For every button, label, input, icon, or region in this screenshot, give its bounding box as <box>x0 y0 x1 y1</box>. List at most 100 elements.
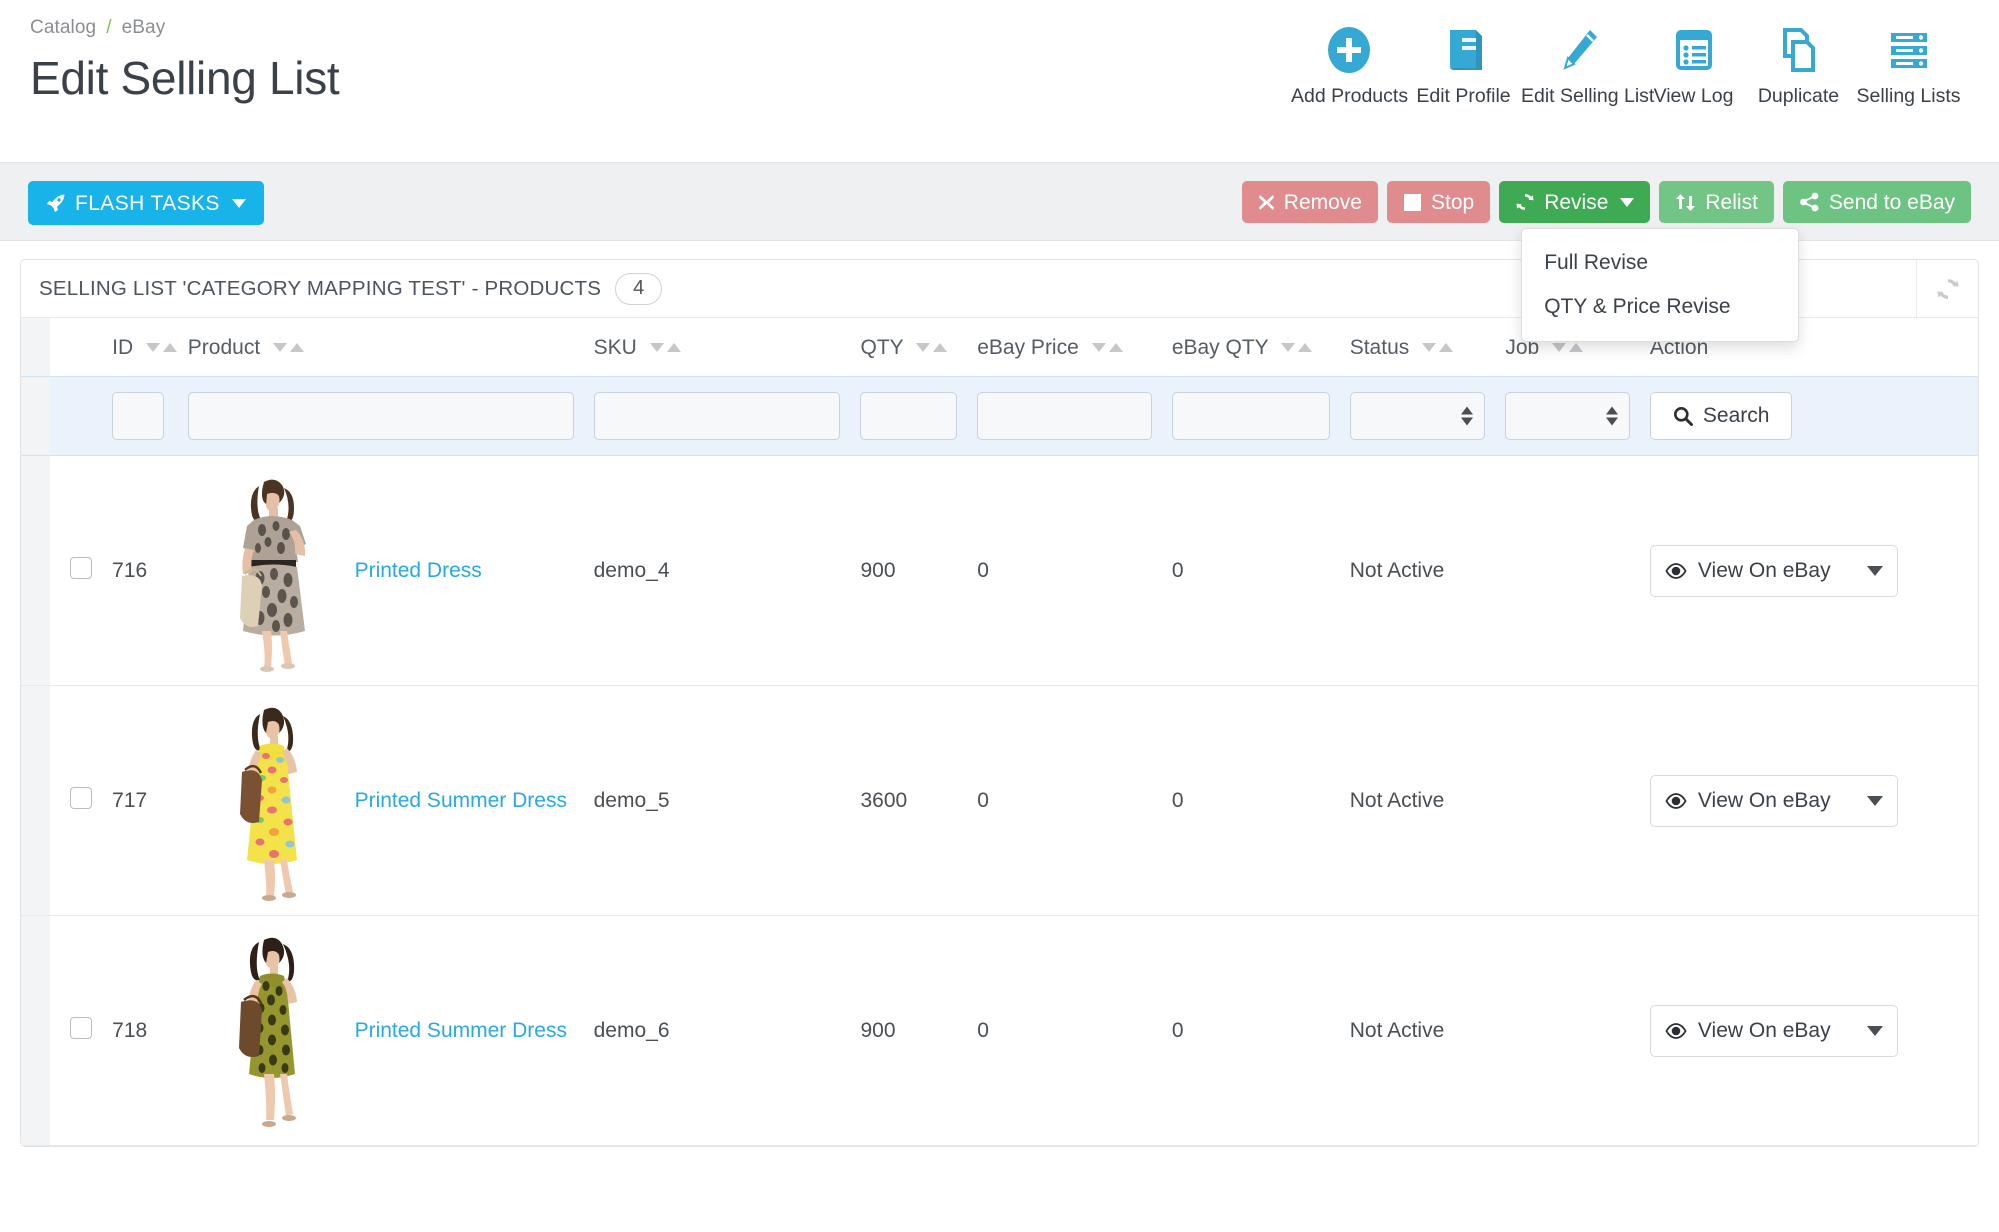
table-row[interactable]: 718 Printed Summer Dress demo_6 900 0 0 … <box>21 915 1978 1146</box>
sort-asc-icon[interactable] <box>933 343 948 352</box>
filter-product-input[interactable] <box>187 392 574 440</box>
filter-sku-cell <box>593 376 861 456</box>
header-action-edit-profile[interactable]: Edit Profile <box>1406 26 1521 108</box>
header-qty-label: QTY <box>860 336 904 359</box>
filter-qty-input[interactable] <box>860 392 958 440</box>
sort-asc-icon[interactable] <box>1439 343 1454 352</box>
menu-item-full-revise[interactable]: Full Revise <box>1522 241 1798 285</box>
filter-status-select[interactable] <box>1349 392 1486 440</box>
send-to-ebay-button[interactable]: Send to eBay <box>1782 181 1971 223</box>
sort-asc-icon[interactable] <box>1108 343 1123 352</box>
revise-group: Revise Full Revise QTY & Price Revise <box>1499 181 1800 342</box>
chevron-down-icon[interactable] <box>1866 565 1883 576</box>
header-spacer <box>21 318 50 377</box>
header-id: ID <box>112 318 188 377</box>
menu-item-qty-price-revise[interactable]: QTY & Price Revise <box>1522 285 1798 329</box>
header-action-edit-selling-list[interactable]: Edit Selling List <box>1521 26 1655 108</box>
sort-desc-icon[interactable] <box>1552 343 1567 352</box>
row-qty: 900 <box>860 915 978 1146</box>
product-thumbnail <box>213 928 329 1133</box>
sort-asc-icon[interactable] <box>290 343 304 352</box>
view-on-ebay-button[interactable]: View On eBay <box>1649 774 1898 827</box>
row-ebay-qty: 0 <box>1171 915 1350 1146</box>
filter-job-select[interactable] <box>1505 392 1630 440</box>
header-checkbox-col <box>50 318 112 377</box>
header-action-label: Duplicate <box>1757 85 1840 107</box>
header-action-view-log[interactable]: View Log <box>1636 26 1751 108</box>
sort-desc-icon[interactable] <box>273 343 287 352</box>
row-select-checkbox[interactable] <box>70 1016 93 1039</box>
table-row[interactable]: 717 Printed Summer Dress demo_5 3600 0 0… <box>21 685 1978 916</box>
relist-button[interactable]: Relist <box>1659 181 1774 223</box>
breadcrumb-item-ebay[interactable]: eBay <box>122 17 166 38</box>
row-checkbox-cell <box>49 455 113 686</box>
flash-tasks-button[interactable]: FLASH TASKS <box>28 181 264 225</box>
sort-arrows <box>146 343 178 352</box>
product-link[interactable]: Printed Dress <box>355 559 482 582</box>
share-icon <box>1799 192 1820 212</box>
row-sku: demo_6 <box>593 915 861 1146</box>
revise-button[interactable]: Revise <box>1499 181 1651 223</box>
remove-button[interactable]: Remove <box>1241 181 1378 223</box>
filter-ebay-qty-cell <box>1171 376 1350 456</box>
eye-icon <box>1665 1022 1687 1039</box>
row-product-cell: Printed Summer Dress <box>354 915 594 1146</box>
search-label: Search <box>1702 404 1770 427</box>
view-on-ebay-button[interactable]: View On eBay <box>1649 1004 1898 1057</box>
header-ebay-price-label: eBay Price <box>977 336 1079 359</box>
breadcrumb-separator: / <box>106 17 112 38</box>
filter-product-cell <box>187 376 594 456</box>
row-ebay-price: 0 <box>977 685 1172 916</box>
view-on-ebay-label: View On eBay <box>1697 558 1831 582</box>
view-on-ebay-label: View On eBay <box>1697 1018 1831 1042</box>
product-link[interactable]: Printed Summer Dress <box>355 1019 567 1042</box>
breadcrumb-item-catalog[interactable]: Catalog <box>30 17 96 38</box>
header-action-label: Selling Lists <box>1856 85 1961 107</box>
sort-desc-icon[interactable] <box>1422 343 1437 352</box>
row-thumbnail-cell <box>187 685 355 916</box>
sort-desc-icon[interactable] <box>649 343 664 352</box>
chevron-down-icon[interactable] <box>1866 795 1883 806</box>
filter-job-select-wrap <box>1505 392 1630 440</box>
revise-label: Revise <box>1544 190 1609 214</box>
header-action-add-products[interactable]: Add Products <box>1291 26 1408 108</box>
remove-label: Remove <box>1283 190 1362 214</box>
row-ebay-qty: 0 <box>1171 455 1350 686</box>
products-panel: SELLING LIST 'CATEGORY MAPPING TEST' - P… <box>20 259 1979 1147</box>
close-icon <box>1258 194 1275 211</box>
product-link[interactable]: Printed Summer Dress <box>355 789 567 812</box>
chevron-down-icon <box>231 198 246 208</box>
eye-icon <box>1665 792 1687 809</box>
sort-asc-icon[interactable] <box>163 343 178 352</box>
filter-id-cell <box>112 376 188 456</box>
filter-sku-input[interactable] <box>593 392 841 440</box>
row-select-checkbox[interactable] <box>70 556 93 579</box>
sort-asc-icon[interactable] <box>666 343 681 352</box>
refresh-button[interactable] <box>1916 260 1978 317</box>
filter-ebay-qty-input[interactable] <box>1171 392 1330 440</box>
header-action-selling-lists[interactable]: Selling Lists <box>1846 26 1971 108</box>
header-action-duplicate[interactable]: Duplicate <box>1751 26 1846 108</box>
chevron-down-icon[interactable] <box>1866 1025 1883 1036</box>
search-button[interactable]: Search <box>1649 392 1793 440</box>
page-header: Catalog / eBay Edit Selling List Add Produ… <box>0 0 1999 163</box>
header-status: Status <box>1350 318 1506 377</box>
eye-icon <box>1665 562 1687 579</box>
sort-desc-icon[interactable] <box>1091 343 1106 352</box>
list-icon <box>1636 26 1751 74</box>
header-action-label: Edit Selling List <box>1521 85 1655 107</box>
row-select-checkbox[interactable] <box>70 786 93 809</box>
filter-id-input[interactable] <box>112 392 164 440</box>
sort-desc-icon[interactable] <box>1281 343 1296 352</box>
view-on-ebay-button[interactable]: View On eBay <box>1649 544 1898 597</box>
view-on-ebay-label: View On eBay <box>1697 788 1831 812</box>
chevron-down-icon <box>1620 197 1635 207</box>
table-row[interactable]: 716 Printed Dress demo_4 900 0 0 Not Act… <box>21 455 1978 686</box>
send-label: Send to eBay <box>1828 190 1955 214</box>
sort-asc-icon[interactable] <box>1569 343 1584 352</box>
sort-asc-icon[interactable] <box>1298 343 1313 352</box>
filter-ebay-price-input[interactable] <box>977 392 1152 440</box>
sort-desc-icon[interactable] <box>146 343 161 352</box>
sort-desc-icon[interactable] <box>916 343 931 352</box>
stop-button[interactable]: Stop <box>1386 181 1491 223</box>
